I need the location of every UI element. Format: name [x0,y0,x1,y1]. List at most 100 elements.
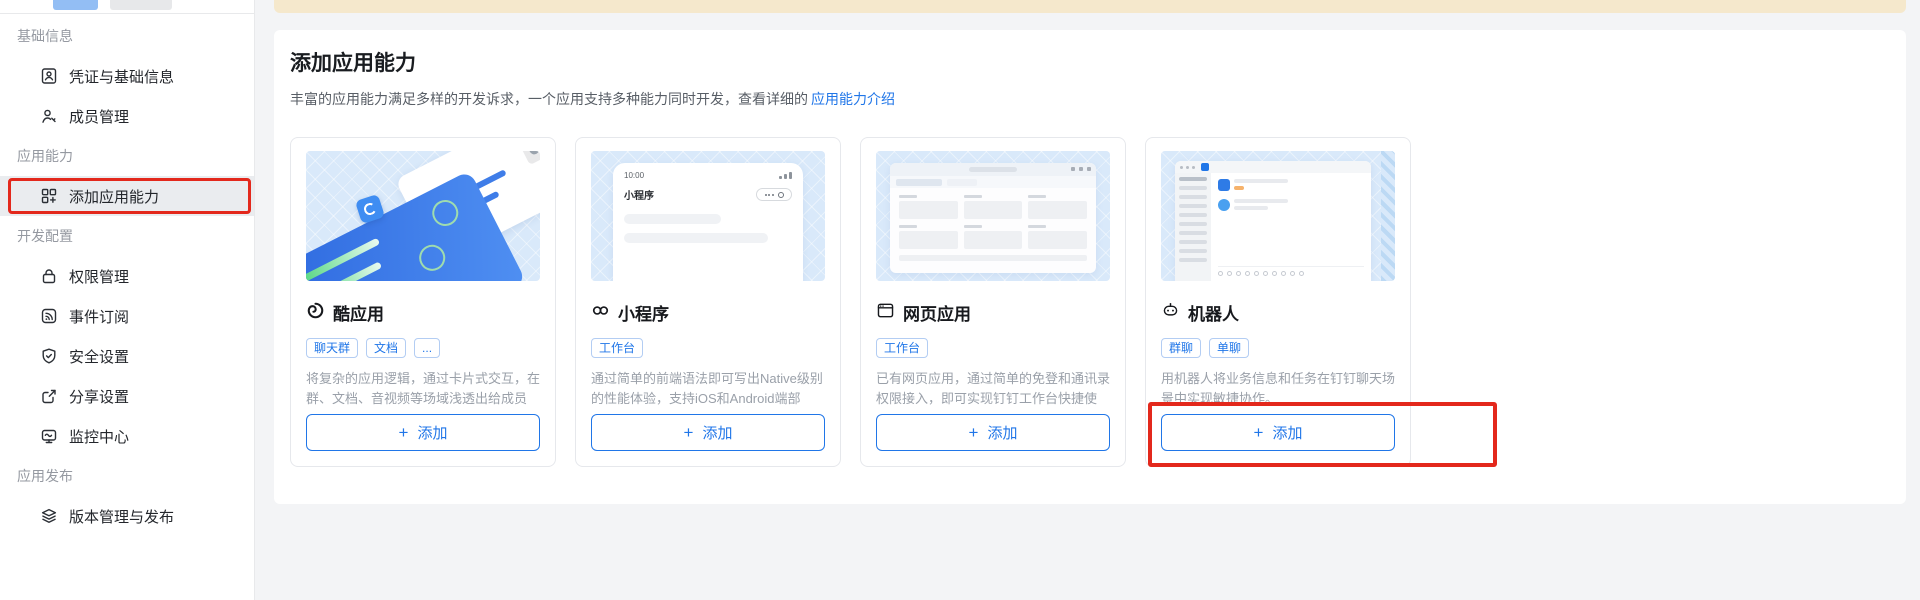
sidebar-section-label: 开发配置 [17,228,73,244]
robot-avatar [1218,199,1230,211]
capability-tag: 文档 [366,338,407,358]
plus-icon: + [1253,423,1264,442]
page-subtitle: 丰富的应用能力满足多样的开发诉求，一个应用支持多种能力同时开发，查看详细的 应用能… [290,89,1890,109]
sidebar-item-label: 权限管理 [69,268,130,286]
sidebar-item-id-badge[interactable]: 凭证与基础信息 [0,56,254,96]
phone-mockup: 10:00 小程序 [613,163,803,281]
signal-icon [779,172,792,179]
webapp-image [876,151,1110,281]
card-title-label: 网页应用 [903,305,971,324]
capability-card-cool-app: 酷应用 聊天群 文档... 将复杂的应用逻辑，通过卡片式交互，在群、文档、音视频等… [290,137,556,467]
card-description: 用机器人将业务信息和任务在钉钉聊天场景中实现敏捷协作。 [1161,371,1395,406]
sidebar-item-shield[interactable]: 安全设置 [0,336,254,376]
add-button-webapp[interactable]: + 添加 [876,414,1110,451]
shield-icon [40,347,58,365]
sidebar-section-label: 基础信息 [17,28,73,44]
plus-icon: + [968,423,979,442]
plus-icon: + [683,423,694,442]
miniapp-image: 10:00 小程序 [591,151,825,281]
card-tags: 工作台 [591,338,825,358]
id-badge-icon [40,67,58,85]
capability-tag: 工作台 [591,338,644,358]
robot-icon [1161,301,1180,325]
card-tags: 聊天群 文档... [306,338,540,358]
sidebar-item-layers[interactable]: 版本管理与发布 [0,496,254,536]
add-button-label: 添加 [702,425,733,442]
cool-app-icon [306,301,325,325]
card-description: 通过简单的前端语法即可写出Native级别的性能体验，支持iOS和Android… [591,371,823,406]
lock-icon [40,267,58,285]
sidebar-item-label: 安全设置 [69,348,130,366]
sidebar-item-event[interactable]: 事件订阅 [0,296,254,336]
chat-app-mockup [1175,161,1371,281]
sidebar-item-label: 事件订阅 [69,308,130,326]
robot-illustration [1161,151,1395,281]
card-description: 已有网页应用，通过简单的免登和通讯录权限接入，即可实现钉钉工作台快捷使用。 [876,371,1110,406]
capabilities-panel: 添加应用能力 丰富的应用能力满足多样的开发诉求，一个应用支持多种能力同时开发，查… [274,30,1906,504]
phone-time: 10:00 [624,171,645,180]
card-title-label: 酷应用 [333,305,384,324]
sidebar-item-label: 凭证与基础信息 [69,68,175,86]
webapp-icon [876,301,895,325]
capability-card-webapp: 网页应用 工作台 已有网页应用，通过简单的免登和通讯录权限接入，即可实现钉钉工作… [860,137,1126,467]
share-icon [40,387,58,405]
card-title-label: 机器人 [1188,305,1239,324]
sidebar-item-label: 成员管理 [69,108,130,126]
capability-intro-link[interactable]: 应用能力介绍 [811,91,895,107]
card-description: 将复杂的应用逻辑，通过卡片式交互，在群、文档、音视频等场域浅透出给成员快... [306,371,540,406]
sidebar-section-label: 应用发布 [17,468,73,484]
capability-tag: ... [414,338,441,358]
sidebar: 基础信息 凭证与基础信息 成员管理 应用能力 添加应用能力 开发配置 权限管理 … [0,0,255,600]
app-capability-screen: 基础信息 凭证与基础信息 成员管理 应用能力 添加应用能力 开发配置 权限管理 … [0,0,1920,600]
member-icon [40,107,58,125]
subtitle-text: 丰富的应用能力满足多样的开发诉求，一个应用支持多种能力同时开发，查看详细的 [290,91,808,107]
sidebar-item-grid-plus[interactable]: 添加应用能力 [0,176,254,216]
sidebar-item-label: 监控中心 [69,428,130,446]
capability-tag: 单聊 [1209,338,1250,358]
capability-cards: 酷应用 聊天群 文档... 将复杂的应用逻辑，通过卡片式交互，在群、文档、音视频等… [290,137,1890,467]
avatar [519,151,540,166]
sidebar-item-label: 版本管理与发布 [69,508,175,526]
add-button-label: 添加 [417,425,448,442]
sidebar-item-label: 分享设置 [69,388,130,406]
add-button-label: 添加 [1272,425,1303,442]
cool-app-image [306,151,540,281]
card-title-label: 小程序 [618,305,669,324]
capability-tag: 群聊 [1161,338,1202,358]
add-button-miniapp[interactable]: + 添加 [591,414,825,451]
grid-plus-icon [40,187,58,205]
capsule-button-icon [756,188,792,201]
sidebar-item-monitor[interactable]: 监控中心 [0,416,254,456]
capability-tag: 工作台 [876,338,929,358]
robot-image [1161,151,1395,281]
sidebar-item-member[interactable]: 成员管理 [0,96,254,136]
capability-tag: 聊天群 [306,338,359,358]
sidebar-item-label: 添加应用能力 [69,188,160,206]
sidebar-item-lock[interactable]: 权限管理 [0,256,254,296]
add-button-label: 添加 [987,425,1018,442]
capability-card-miniapp: 10:00 小程序 小程序 工作台 通过简单的前端语法即可写出Native级别的… [575,137,841,467]
event-icon [40,307,58,325]
active-tab-stub[interactable] [53,0,98,10]
app-logo-icon [1201,163,1209,171]
miniapp-illustration: 10:00 小程序 [591,151,825,281]
add-button-robot[interactable]: + 添加 [1161,414,1395,451]
miniapp-icon [591,301,610,325]
miniapp-title: 小程序 [624,191,654,202]
page-title: 添加应用能力 [290,52,416,75]
sidebar-divider [0,13,254,14]
monitor-icon [40,427,58,445]
card-tags: 工作台 [876,338,1110,358]
layers-icon [40,507,58,525]
inactive-tab-stub[interactable] [110,0,172,10]
sidebar-nav: 基础信息 凭证与基础信息 成员管理 应用能力 添加应用能力 开发配置 权限管理 … [0,16,254,536]
capability-card-robot: 机器人 群聊 单聊 用机器人将业务信息和任务在钉钉聊天场景中实现敏捷协作。 + 添… [1145,137,1411,467]
sidebar-section-label: 应用能力 [17,148,73,164]
webapp-illustration [876,151,1110,281]
notice-bar-remnant [274,0,1906,13]
cool-app-illustration [306,151,540,281]
add-button-cool-app[interactable]: + 添加 [306,414,540,451]
window-controls-icon [1071,167,1091,171]
sidebar-item-share[interactable]: 分享设置 [0,376,254,416]
card-tags: 群聊 单聊 [1161,338,1395,358]
